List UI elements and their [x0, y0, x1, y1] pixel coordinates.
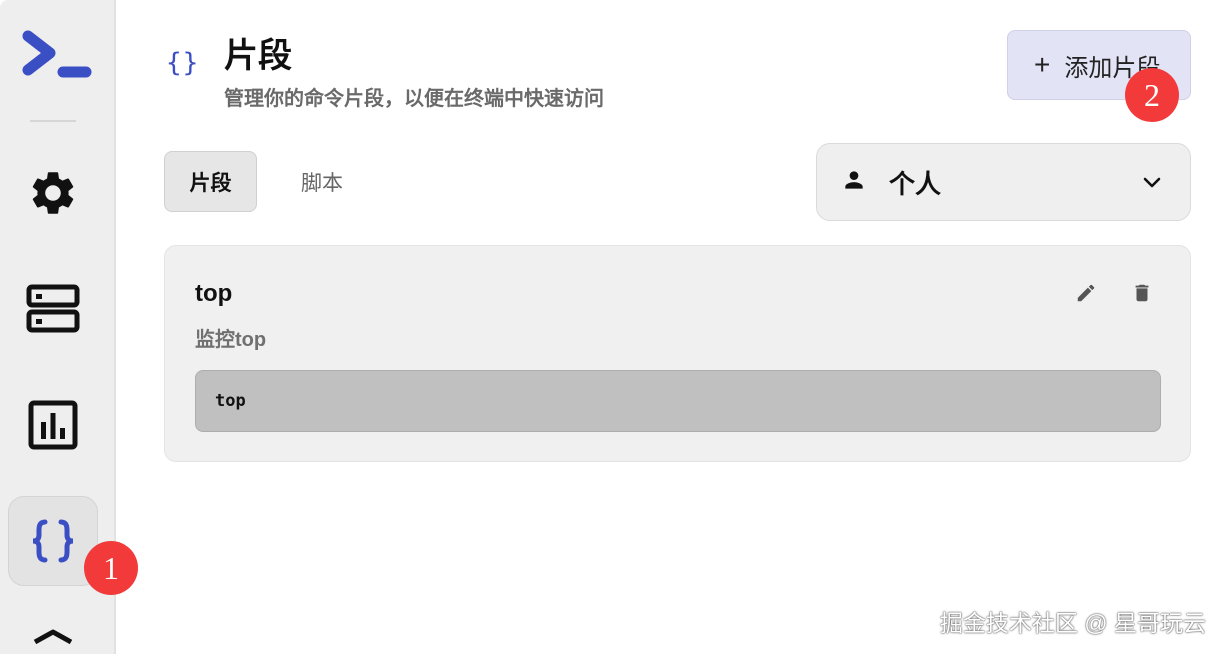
braces-icon — [29, 517, 77, 565]
step-badge-1: 1 — [84, 541, 138, 595]
bar-chart-icon — [28, 400, 78, 450]
sidebar-item-monitor[interactable] — [8, 380, 98, 470]
snippet-description: 监控top — [195, 329, 267, 351]
page-subtitle: 管理你的命令片段，以便在终端中快速访问 — [224, 88, 604, 110]
sidebar-item-partial[interactable] — [30, 626, 76, 646]
scope-select[interactable]: 个人 — [816, 143, 1191, 221]
sidebar-item-settings[interactable] — [8, 148, 98, 238]
watermark: 掘金技术社区 @ 星哥玩云 — [939, 610, 1206, 636]
snippet-command[interactable]: top — [195, 370, 1161, 432]
page-title: 片段 — [224, 37, 292, 75]
step-badge-2: 2 — [1125, 68, 1179, 122]
sidebar-item-hosts[interactable] — [8, 264, 98, 354]
gear-icon — [27, 167, 79, 219]
delete-snippet-button[interactable] — [1129, 282, 1155, 308]
scope-select-value: 个人 — [889, 168, 942, 199]
server-icon — [26, 284, 80, 334]
terminal-prompt-icon[interactable] — [20, 26, 94, 84]
pencil-icon — [1075, 282, 1097, 309]
trash-icon — [1131, 282, 1153, 309]
layers-icon — [30, 629, 76, 646]
person-icon — [841, 167, 867, 198]
tab-scripts[interactable]: 脚本 — [284, 151, 360, 212]
braces-icon: {} — [166, 48, 200, 78]
chevron-down-icon — [1142, 172, 1162, 197]
plus-icon: + — [1034, 49, 1051, 80]
snippet-card: top 监控top top — [164, 245, 1191, 462]
edit-snippet-button[interactable] — [1073, 282, 1099, 308]
tab-snippets[interactable]: 片段 — [164, 151, 257, 212]
snippet-name: top — [195, 280, 233, 307]
sidebar-divider — [30, 120, 76, 122]
